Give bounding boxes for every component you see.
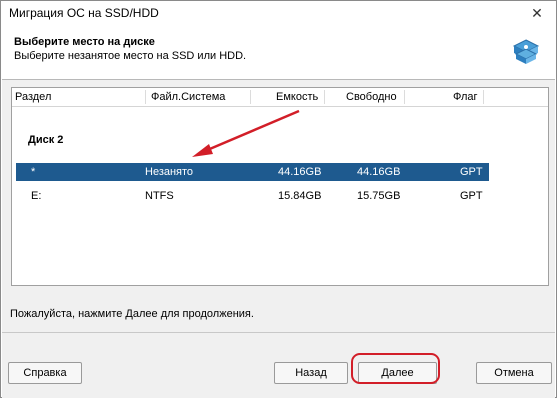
annotation-arrow-icon [192,109,300,157]
